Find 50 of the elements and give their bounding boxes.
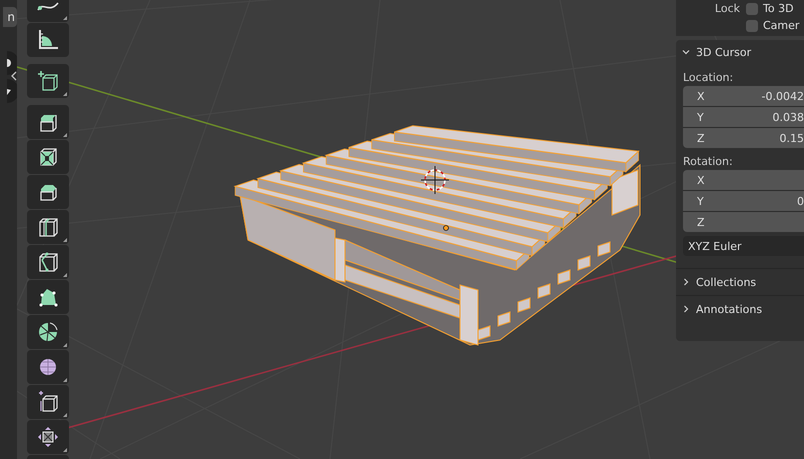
number-field[interactable]: Z 0.15 bbox=[683, 128, 804, 148]
submenu-corner-icon bbox=[63, 343, 67, 347]
tool-button[interactable] bbox=[27, 245, 69, 279]
move-arrows-icon bbox=[36, 425, 60, 449]
cursor-icon bbox=[420, 166, 450, 194]
cube-plus-icon bbox=[36, 69, 60, 93]
submenu-corner-icon bbox=[63, 413, 67, 417]
panel-header[interactable]: Collections bbox=[676, 268, 804, 295]
number-field[interactable]: Y 0.038 bbox=[683, 107, 804, 127]
tool-button[interactable] bbox=[27, 210, 69, 244]
tool-button[interactable] bbox=[27, 105, 69, 139]
cube-offset-icon bbox=[36, 390, 60, 414]
circle-button-icon[interactable] bbox=[7, 79, 17, 103]
submenu-corner-icon bbox=[63, 133, 67, 137]
panel-header[interactable]: Annotations bbox=[676, 295, 804, 322]
circle-button-icon[interactable] bbox=[7, 51, 17, 75]
checkbox-label: To 3D bbox=[763, 2, 794, 15]
tool-button[interactable] bbox=[27, 420, 69, 454]
submenu-corner-icon bbox=[63, 273, 67, 277]
checkbox[interactable] bbox=[746, 20, 758, 32]
origin-dot bbox=[443, 225, 449, 231]
submenu-corner-icon bbox=[63, 92, 67, 96]
ruler-icon bbox=[36, 28, 60, 52]
panel-header[interactable]: 3D Cursor bbox=[676, 40, 804, 64]
submenu-corner-icon bbox=[63, 238, 67, 242]
section-label: Rotation: bbox=[682, 154, 734, 170]
tool-button[interactable] bbox=[27, 140, 69, 174]
panel-toggle-button[interactable]: n bbox=[3, 7, 17, 27]
tool-button[interactable] bbox=[27, 23, 69, 57]
submenu-corner-icon bbox=[63, 378, 67, 382]
section-label: Location: bbox=[682, 70, 734, 86]
pie-segments-icon bbox=[36, 320, 60, 344]
checkbox[interactable] bbox=[746, 2, 758, 14]
submenu-corner-icon bbox=[63, 16, 67, 20]
tool-button[interactable] bbox=[27, 280, 69, 314]
tool-button[interactable] bbox=[27, 64, 69, 98]
number-field[interactable]: X -0.0042 bbox=[683, 86, 804, 106]
tool-button[interactable] bbox=[27, 0, 69, 22]
tool-button[interactable] bbox=[27, 175, 69, 209]
rotation-mode-dropdown[interactable]: XYZ Euler bbox=[683, 236, 804, 256]
number-field[interactable]: X bbox=[683, 170, 804, 190]
checkbox-label: Camer bbox=[763, 19, 800, 32]
curve-icon bbox=[37, 2, 59, 12]
lock-label: Lock bbox=[714, 2, 741, 15]
tool-button[interactable] bbox=[27, 350, 69, 384]
tool-button[interactable] bbox=[27, 385, 69, 419]
submenu-corner-icon bbox=[63, 448, 67, 452]
number-field[interactable]: Y 0 bbox=[683, 191, 804, 211]
tool-button[interactable] bbox=[27, 315, 69, 349]
number-field[interactable]: Z bbox=[683, 212, 804, 232]
